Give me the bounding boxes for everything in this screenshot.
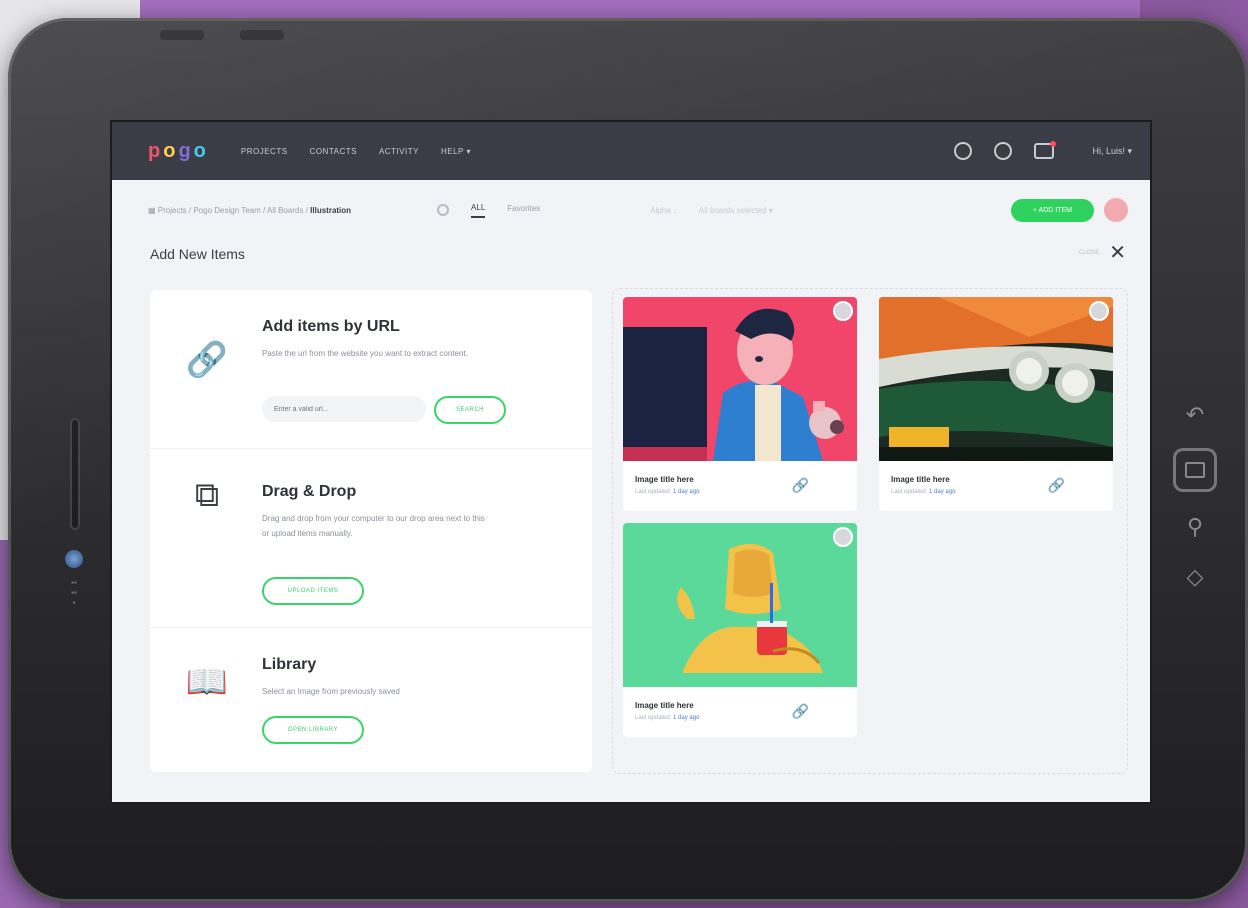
top-navigation-bar: pogo PROJECTS CONTACTS ACTIVITY HELP ▾ H…	[112, 122, 1150, 180]
nav-projects[interactable]: PROJECTS	[241, 147, 288, 156]
updated-prefix: Last updated:	[635, 715, 672, 721]
main-content: ▦ Projects / Pogo Design Team / All Boar…	[126, 180, 1150, 802]
option-title: Add items by URL	[262, 318, 400, 335]
updated-value: 1 day ago	[929, 489, 956, 495]
select-checkbox[interactable]	[833, 527, 853, 547]
option-description: Select an Image from previously saved	[262, 687, 400, 696]
search-icon[interactable]	[437, 204, 450, 216]
upload-items-button[interactable]: UPLOAD ITEMS	[262, 577, 364, 605]
panel-title: Add New Items	[150, 246, 245, 262]
tablet-camera-slot	[70, 418, 80, 530]
illustration-car	[879, 297, 1113, 461]
notifications-icon[interactable]	[1034, 141, 1057, 159]
option-add-by-url: 🔗 Add items by URL Paste the url from th…	[150, 290, 592, 449]
card-image	[623, 523, 857, 687]
book-icon: 📖	[185, 663, 229, 701]
nav-help[interactable]: HELP ▾	[441, 147, 471, 156]
image-card[interactable]: Image title here Last updated: 1 day ago…	[623, 297, 857, 511]
link-icon[interactable]: 🔗	[1048, 477, 1065, 494]
link-icon[interactable]: 🔗	[792, 703, 809, 720]
nav-activity[interactable]: ACTIVITY	[379, 147, 419, 156]
option-description: Drag and drop from your computer to our …	[262, 514, 485, 538]
image-card[interactable]: Image title here Last updated: 1 day ago…	[623, 523, 857, 737]
tab-all[interactable]: ALL	[471, 203, 486, 218]
select-checkbox[interactable]	[833, 301, 853, 321]
option-drag-drop: ⧉ Drag & Drop Drag and drop from your co…	[150, 449, 592, 628]
card-meta: Image title here Last updated: 1 day ago…	[623, 687, 857, 737]
close-control[interactable]: CLOSE ✕	[1079, 243, 1126, 263]
tablet-label: ▪▪ ▪▪ ▪	[71, 578, 77, 607]
drag-drop-icon: ⧉	[194, 475, 220, 514]
option-title: Drag & Drop	[262, 483, 357, 500]
tablet-top-button	[240, 30, 284, 40]
tablet-side-buttons: ↶ ⚲ ◇	[1170, 398, 1220, 610]
card-title: Image title here	[891, 475, 950, 484]
nav-contacts[interactable]: CONTACTS	[310, 147, 357, 156]
boards-filter[interactable]: All boards selected ▾	[699, 206, 773, 215]
illustration-man-computer	[623, 297, 857, 461]
breadcrumb-current: Illustration	[310, 205, 352, 215]
card-updated: Last updated: 1 day ago	[635, 489, 699, 495]
compass-icon[interactable]	[954, 142, 973, 160]
updated-value: 1 day ago	[673, 489, 700, 495]
updated-prefix: Last updated:	[891, 489, 928, 495]
illustration-sphinx	[623, 523, 857, 687]
card-meta: Image title here Last updated: 1 day ago…	[623, 461, 857, 511]
image-card[interactable]: Image title here Last updated: 1 day ago…	[879, 297, 1113, 511]
url-input[interactable]	[262, 396, 426, 422]
add-item-button[interactable]: + ADD ITEM	[1010, 198, 1094, 222]
option-title: Library	[262, 656, 317, 673]
option-description: Paste the url from the website you want …	[262, 349, 468, 358]
updated-value: 1 day ago	[673, 715, 700, 721]
user-menu[interactable]: Hi, Luis! ▾	[1092, 146, 1132, 157]
tab-favorites[interactable]: Favorites	[507, 204, 540, 217]
diamond-icon[interactable]: ◇	[1173, 560, 1217, 594]
breadcrumb-path[interactable]: ▦ Projects / Pogo Design Team / All Boar…	[148, 206, 310, 215]
card-meta: Image title here Last updated: 1 day ago…	[879, 461, 1113, 511]
avatar[interactable]	[1104, 198, 1128, 222]
option-library: 📖 Library Select an Image from previousl…	[150, 628, 592, 772]
card-image	[623, 297, 857, 461]
top-icons: Hi, Luis! ▾	[954, 141, 1132, 160]
open-library-button[interactable]: OPEN LIBRARY	[262, 716, 364, 744]
card-updated: Last updated: 1 day ago	[635, 715, 699, 721]
add-options-panel: 🔗 Add items by URL Paste the url from th…	[150, 290, 592, 772]
back-arrow-icon[interactable]: ↶	[1173, 398, 1217, 432]
select-checkbox[interactable]	[1089, 301, 1109, 321]
breadcrumb[interactable]: ▦ Projects / Pogo Design Team / All Boar…	[148, 206, 351, 215]
tablet-top-button	[160, 30, 204, 40]
card-image	[879, 297, 1113, 461]
search-button[interactable]: SEARCH	[434, 396, 506, 424]
card-title: Image title here	[635, 475, 694, 484]
notification-dot	[1050, 141, 1057, 147]
sort-filter[interactable]: Alpha ↓	[650, 206, 677, 215]
link-icon[interactable]: 🔗	[792, 477, 809, 494]
card-updated: Last updated: 1 day ago	[891, 489, 955, 495]
app-logo[interactable]: pogo	[148, 140, 207, 163]
updated-prefix: Last updated:	[635, 489, 672, 495]
home-button[interactable]	[1173, 448, 1217, 492]
search-icon[interactable]: ⚲	[1173, 510, 1217, 544]
globe-icon[interactable]	[994, 142, 1013, 160]
close-icon[interactable]: ✕	[1109, 243, 1126, 263]
link-icon: 🔗	[185, 341, 229, 379]
tablet-camera-icon	[65, 550, 83, 568]
app-screen: pogo PROJECTS CONTACTS ACTIVITY HELP ▾ H…	[112, 122, 1150, 802]
close-label[interactable]: CLOSE	[1079, 250, 1099, 256]
main-nav: PROJECTS CONTACTS ACTIVITY HELP ▾	[241, 147, 471, 156]
drop-area[interactable]: Image title here Last updated: 1 day ago…	[612, 288, 1128, 774]
sub-toolbar: ▦ Projects / Pogo Design Team / All Boar…	[126, 180, 1150, 240]
card-title: Image title here	[635, 701, 694, 710]
